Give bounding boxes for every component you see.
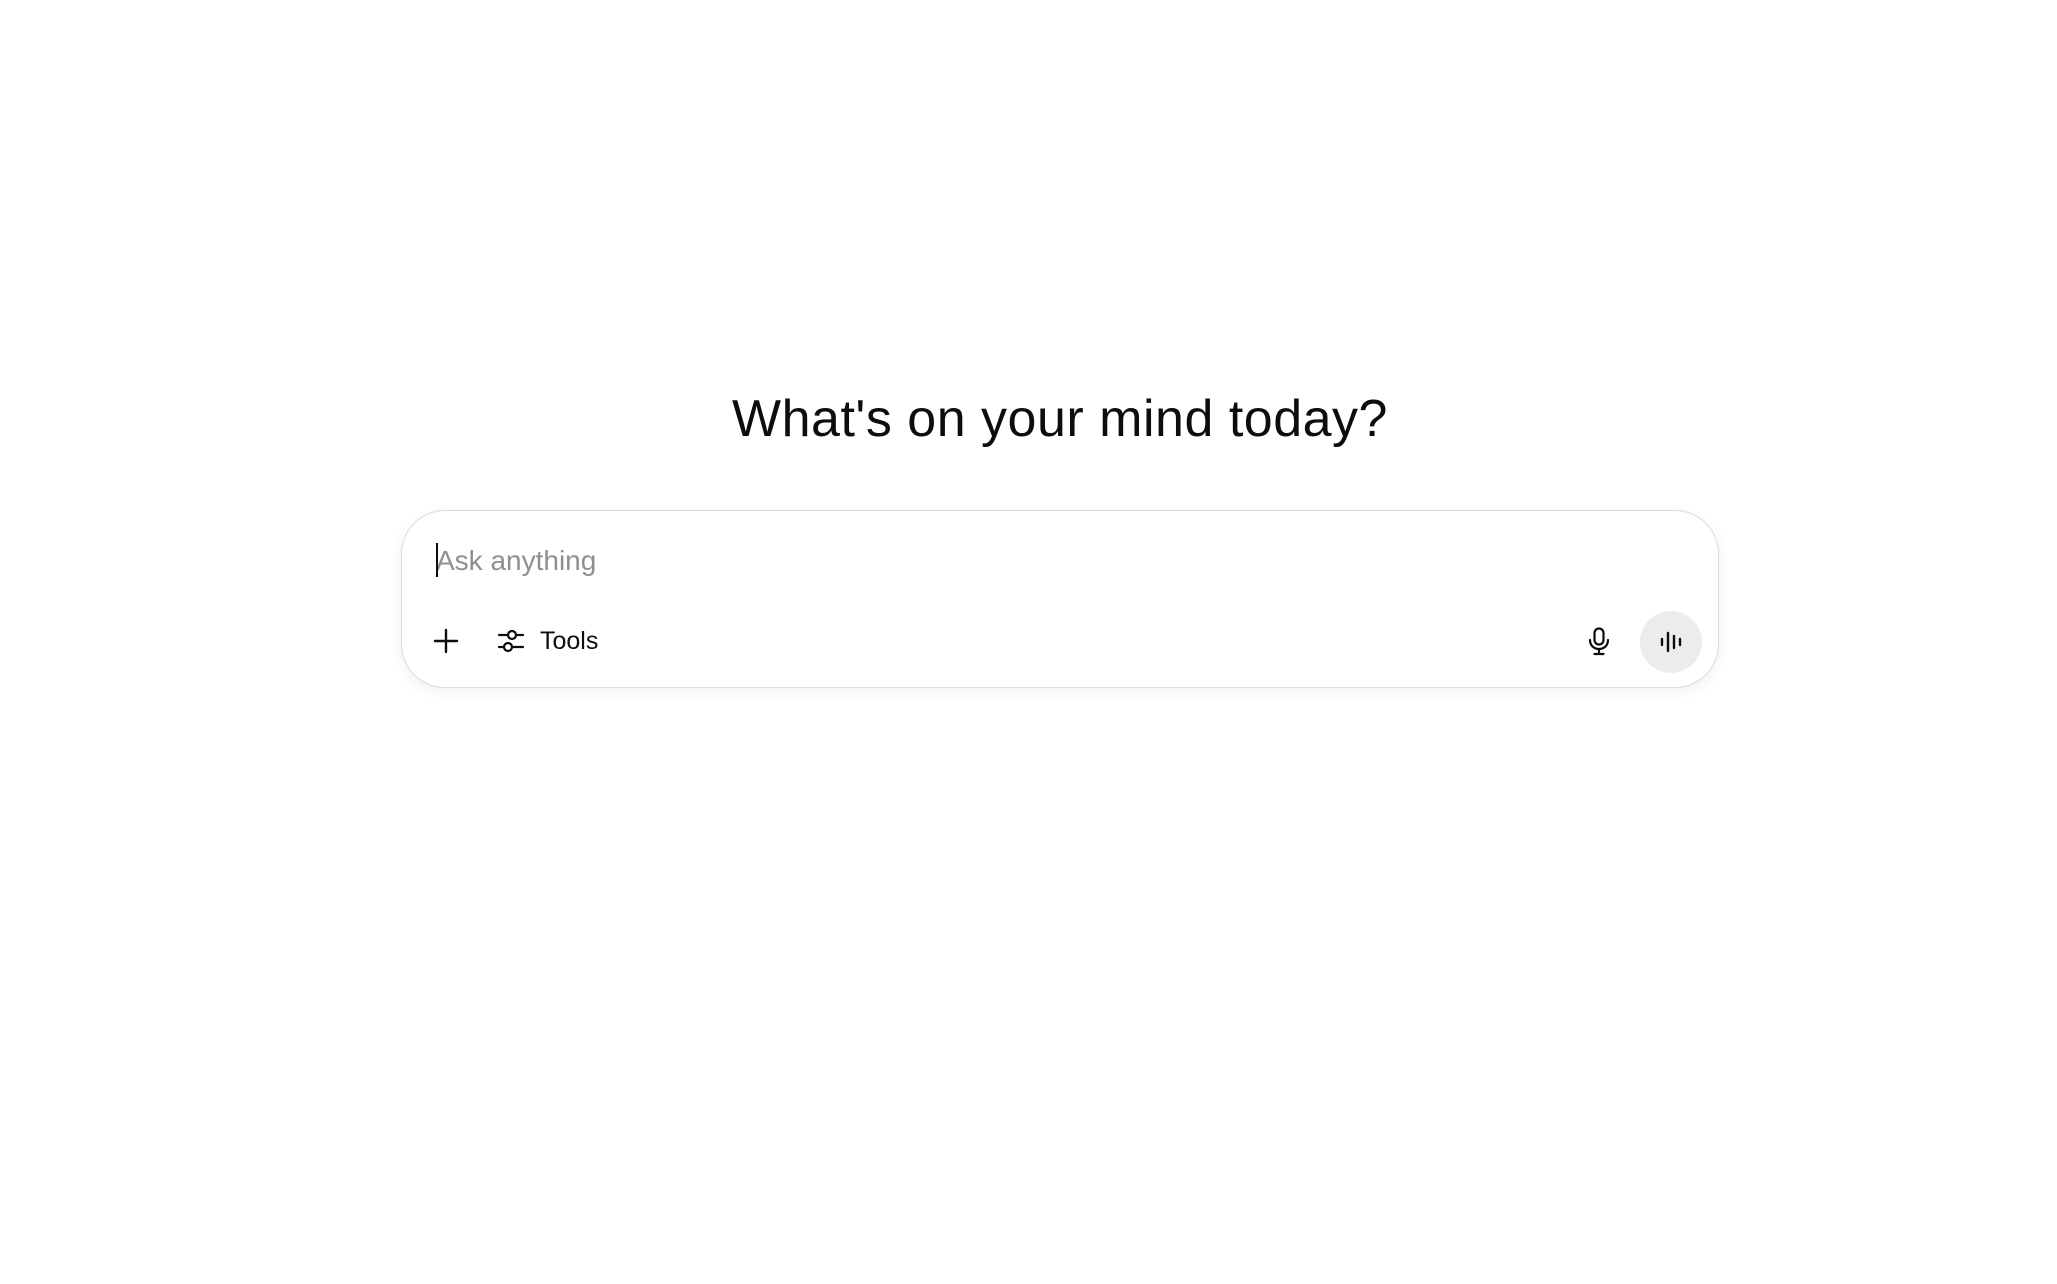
plus-icon [432, 627, 460, 655]
sliders-icon [496, 626, 526, 656]
text-caret [436, 543, 438, 577]
page: What's on your mind today? Tools [0, 0, 2057, 1284]
microphone-icon [1584, 626, 1614, 656]
prompt-input[interactable] [436, 537, 1676, 585]
prompt-composer: Tools [401, 510, 1719, 688]
page-title: What's on your mind today? [732, 390, 1388, 448]
add-attachment-button[interactable] [422, 617, 470, 665]
tools-label: Tools [540, 626, 599, 655]
voice-mode-button[interactable] [1640, 611, 1702, 673]
voice-waveform-icon [1656, 627, 1686, 657]
tools-button[interactable]: Tools [490, 617, 608, 665]
dictate-button[interactable] [1575, 617, 1623, 665]
